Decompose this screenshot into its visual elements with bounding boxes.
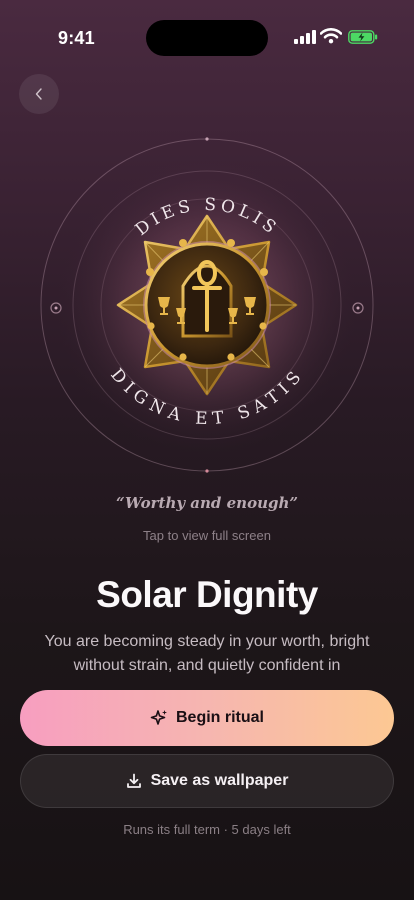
cellular-signal-icon xyxy=(294,30,316,44)
save-wallpaper-label: Save as wallpaper xyxy=(150,772,289,789)
motto-text: “Worthy and enough” xyxy=(115,494,299,512)
amulet-svg: DIES SOLIS DIGNA ET SATIS xyxy=(40,137,374,473)
begin-ritual-label: Begin ritual xyxy=(175,709,264,726)
fullscreen-hint[interactable]: Tap to view full screen xyxy=(0,528,414,543)
top-ring-dot xyxy=(205,137,209,141)
page-title: Solar Dignity xyxy=(96,574,318,615)
sparkle-icon xyxy=(150,710,167,725)
download-icon xyxy=(126,773,141,788)
wifi-icon xyxy=(320,28,342,44)
chevron-left-icon xyxy=(35,88,42,100)
status-bar: 9:41 xyxy=(0,0,414,60)
begin-ritual-button[interactable]: Begin ritual xyxy=(20,690,394,746)
status-time: 9:41 xyxy=(58,28,95,48)
battery-charging-icon xyxy=(348,30,378,44)
amulet-artwork[interactable]: DIES SOLIS DIGNA ET SATIS xyxy=(0,120,414,500)
sun-star-seal xyxy=(116,214,298,396)
back-button[interactable] xyxy=(19,74,59,114)
term-status-text: Runs its full term · 5 days left xyxy=(123,822,291,837)
description-text: You are becoming steady in your worth, b… xyxy=(44,633,370,674)
dynamic-island xyxy=(146,20,268,56)
bottom-ring-dot xyxy=(205,469,209,473)
save-wallpaper-button[interactable]: Save as wallpaper xyxy=(20,754,394,808)
